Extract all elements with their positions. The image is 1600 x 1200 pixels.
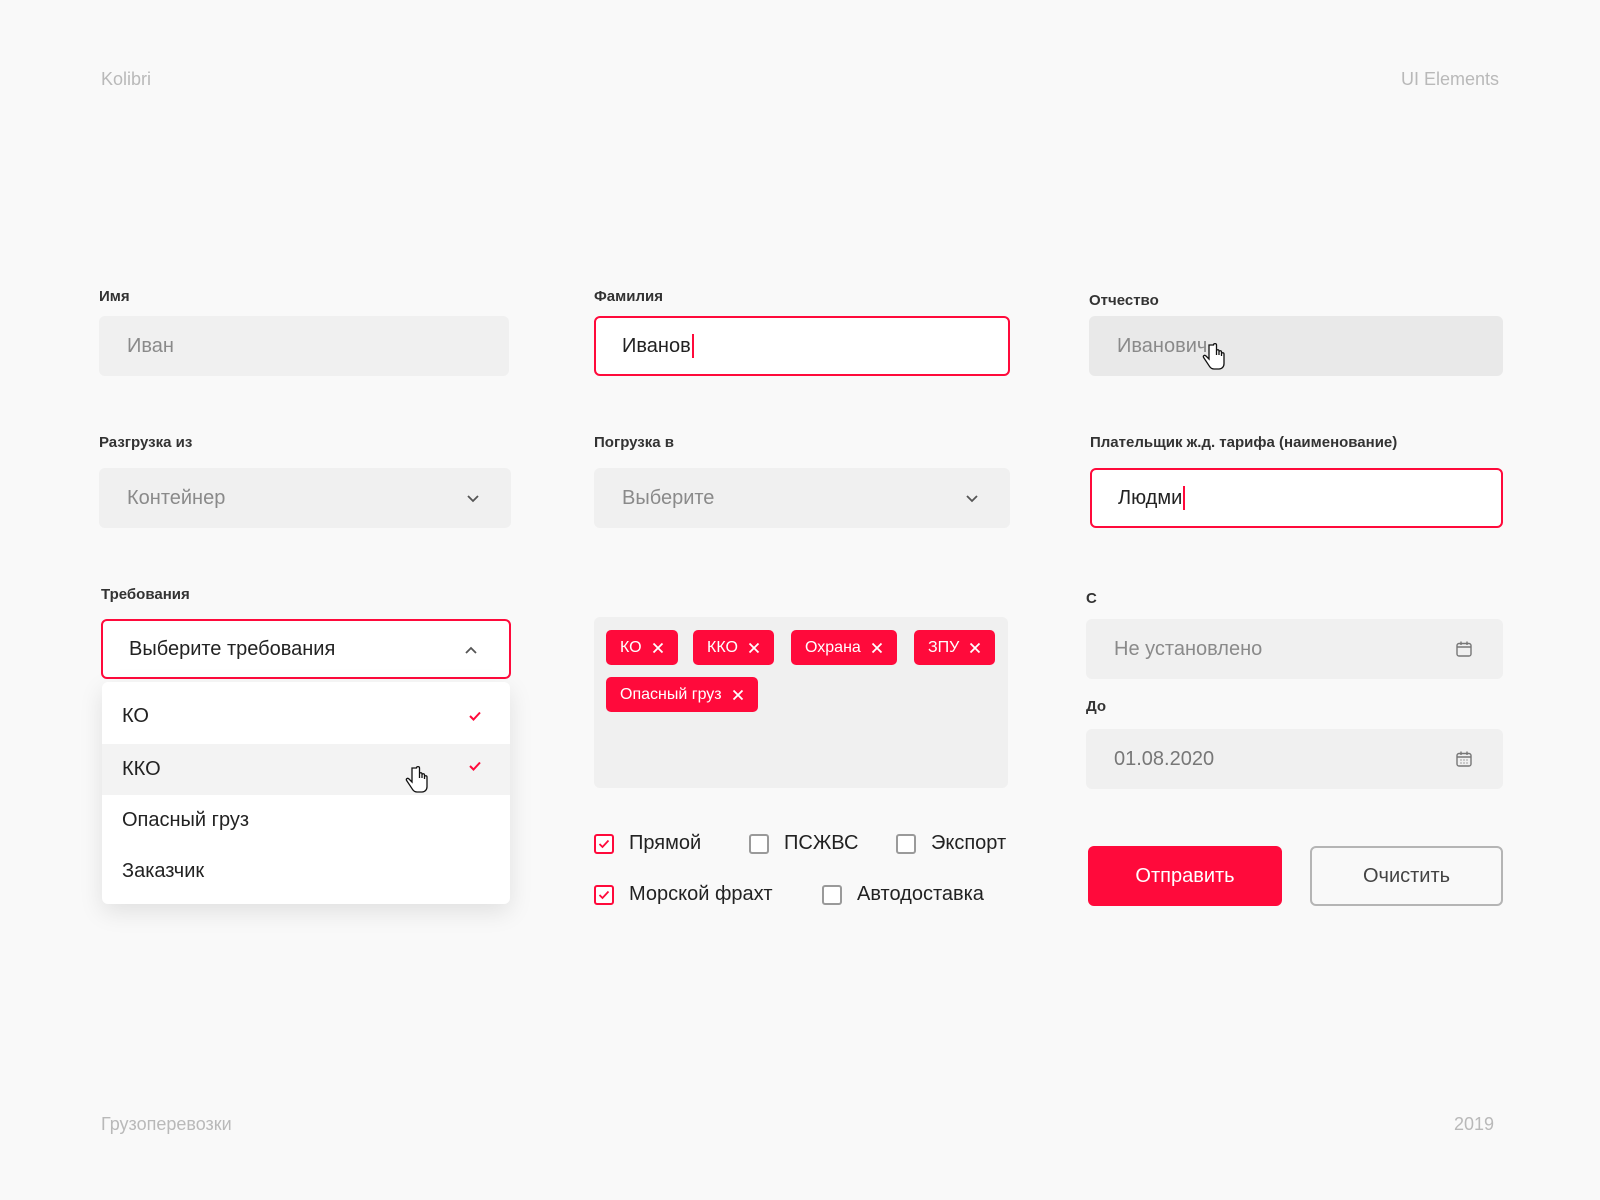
load-to-label: Погрузка в (594, 434, 674, 451)
tag-ko: КО (606, 630, 678, 665)
payer-value: Людми (1118, 486, 1183, 509)
check-icon (469, 761, 481, 771)
hand-cursor-icon (405, 766, 428, 793)
date-to-field[interactable]: 01.08.2020 (1086, 729, 1503, 789)
check-icon (598, 839, 610, 848)
footer-year: 2019 (1453, 1114, 1494, 1134)
tag-label: КО (620, 638, 642, 656)
checkbox-sea-freight[interactable]: Морской фрахт (594, 883, 773, 906)
checkbox-box[interactable] (749, 833, 769, 854)
remove-tag-icon[interactable] (969, 642, 981, 654)
dropdown-option-ko[interactable]: КО (102, 691, 510, 742)
tag-dangerous: Опасный груз (606, 677, 758, 712)
tag-guard: Охрана (791, 630, 897, 665)
checkbox-box[interactable] (594, 833, 614, 854)
checkbox-label: Прямой (629, 832, 702, 854)
checkbox-label: ПСЖВС (784, 832, 859, 854)
unload-from-value: Контейнер (127, 486, 226, 509)
calendar-icon[interactable] (1455, 640, 1473, 658)
dropdown-option-customer[interactable]: Заказчик (102, 846, 510, 897)
checkbox-auto-delivery[interactable]: Автодоставка (822, 883, 984, 906)
checkbox-label: Морской фрахт (629, 883, 773, 905)
last-name-field[interactable]: Иванов (594, 316, 1010, 376)
date-from-field[interactable]: Не установлено (1086, 619, 1503, 679)
tag-zpu: ЗПУ (914, 630, 996, 665)
date-from-placeholder: Не установлено (1114, 637, 1263, 660)
dropdown-option-dangerous[interactable]: Опасный груз (102, 795, 510, 846)
checkbox-direct[interactable]: Прямой (594, 832, 701, 855)
tag-kko: ККО (693, 630, 774, 665)
checkbox-box[interactable] (822, 884, 842, 905)
submit-button[interactable]: Отправить (1088, 846, 1282, 906)
date-from-label: С (1086, 590, 1097, 607)
load-to-placeholder: Выберите (622, 486, 715, 509)
selected-tags-box: КО ККО Охрана ЗПУ Опасный груз (594, 617, 1008, 788)
option-label: ККО (122, 758, 161, 780)
first-name-label: Имя (99, 288, 130, 305)
unload-from-select[interactable]: Контейнер (99, 468, 511, 528)
first-name-value: Иван (127, 334, 174, 357)
checkbox-box[interactable] (594, 884, 614, 905)
remove-tag-icon[interactable] (732, 689, 744, 701)
requirements-placeholder: Выберите требования (129, 637, 336, 660)
brand-name: Kolibri (101, 69, 152, 89)
checkbox-box[interactable] (896, 833, 916, 854)
remove-tag-icon[interactable] (871, 642, 883, 654)
chevron-down-icon (467, 495, 479, 503)
date-to-label: До (1086, 698, 1107, 715)
text-caret (691, 334, 694, 358)
remove-tag-icon[interactable] (748, 642, 760, 654)
option-label: Заказчик (122, 860, 205, 882)
tag-label: Опасный груз (620, 685, 722, 703)
requirements-select[interactable]: Выберите требования (101, 619, 511, 679)
text-caret (1183, 486, 1186, 510)
option-label: КО (122, 705, 149, 727)
first-name-field[interactable]: Иван (99, 316, 509, 376)
date-to-value: 01.08.2020 (1114, 747, 1215, 770)
checkbox-export[interactable]: Экспорт (896, 832, 1006, 855)
footer-project: Грузоперевозки (101, 1114, 232, 1134)
clear-button[interactable]: Очистить (1310, 846, 1503, 906)
requirements-label: Требования (101, 586, 190, 603)
section-title: UI Elements (1400, 69, 1499, 89)
requirements-dropdown: КО ККО Опасный груз Заказчик (102, 682, 510, 904)
dropdown-option-kko[interactable]: ККО (102, 744, 510, 795)
chevron-down-icon (966, 495, 978, 503)
payer-label: Плательщик ж.д. тарифа (наименование) (1090, 434, 1398, 451)
tag-label: Охрана (805, 638, 861, 656)
checkbox-label: Автодоставка (857, 883, 984, 905)
load-to-select[interactable]: Выберите (594, 468, 1010, 528)
check-icon (469, 711, 481, 721)
check-icon (598, 890, 610, 899)
patronymic-field[interactable]: Иванович (1089, 316, 1503, 376)
tag-label: ККО (707, 638, 738, 656)
remove-tag-icon[interactable] (652, 642, 664, 654)
last-name-label: Фамилия (594, 288, 663, 305)
option-label: Опасный груз (122, 809, 250, 831)
chevron-up-icon (465, 646, 477, 654)
unload-from-label: Разгрузка из (99, 434, 193, 451)
checkbox-label: Экспорт (931, 832, 1007, 854)
tag-label: ЗПУ (928, 638, 960, 656)
checkbox-pszhvs[interactable]: ПСЖВС (749, 832, 858, 855)
hand-cursor-icon (1202, 343, 1225, 370)
calendar-icon[interactable] (1455, 750, 1473, 768)
last-name-value: Иванов (622, 334, 691, 357)
payer-field[interactable]: Людми (1090, 468, 1503, 528)
patronymic-label: Отчество (1089, 292, 1159, 309)
patronymic-value: Иванович (1117, 334, 1208, 357)
